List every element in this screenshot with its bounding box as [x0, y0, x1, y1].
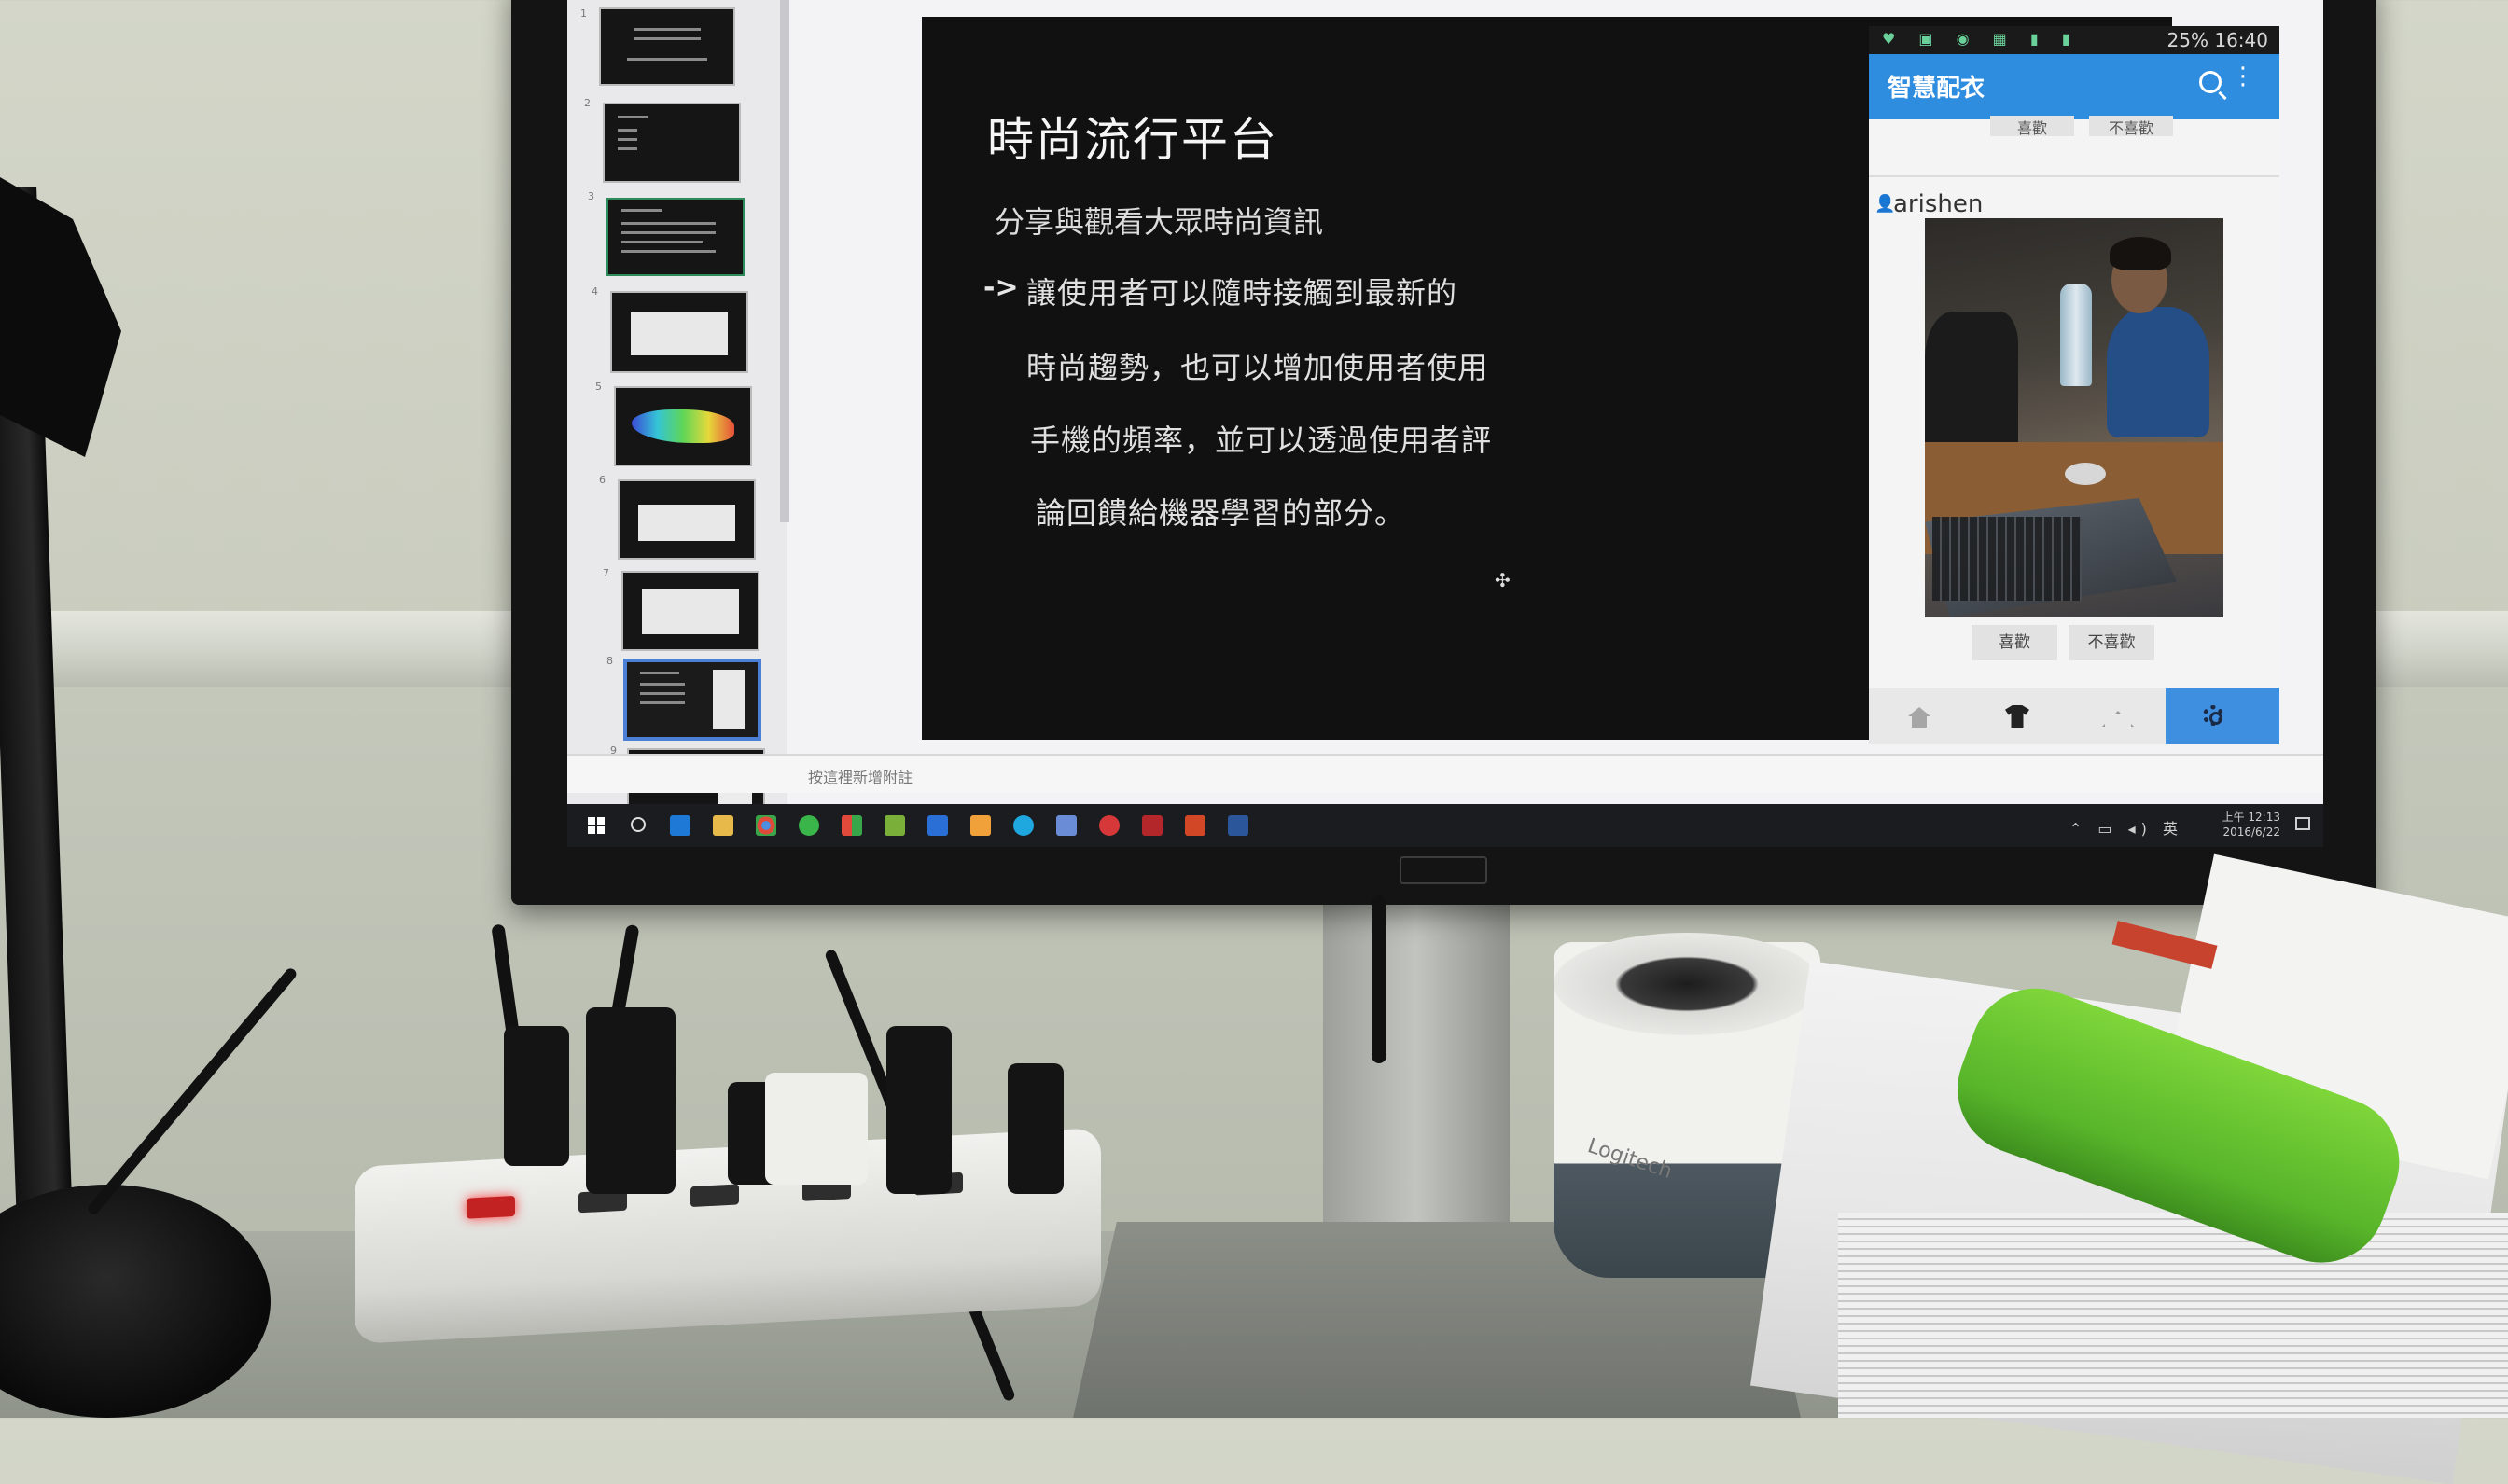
- dislike-button[interactable]: 不喜歡: [2069, 625, 2154, 660]
- status-battery-time: 25% 16:40: [2167, 29, 2268, 51]
- home-tab-icon[interactable]: [1869, 688, 1966, 744]
- desk-lamp-head: [0, 177, 121, 457]
- settings-tab-gear-icon[interactable]: [2166, 688, 2279, 744]
- clock-date: 2016/6/22: [2222, 825, 2280, 839]
- slide-thumbnail-5[interactable]: [614, 386, 752, 466]
- bullet-arrow: ->: [983, 271, 1019, 304]
- chrome-icon[interactable]: [756, 815, 776, 836]
- app-title: 智慧配衣: [1888, 75, 1986, 103]
- slide-subtitle: 分享與觀看大眾時尚資訊: [995, 204, 1324, 240]
- slide-thumbnail-4[interactable]: [610, 291, 748, 373]
- post-action-row: 喜歡 不喜歡: [1972, 625, 2214, 662]
- slide-thumbnail-panel: 1 2 3 4 5 6 7 8 9: [567, 0, 789, 816]
- opera-icon[interactable]: [1099, 815, 1120, 836]
- slide-thumbnail-1[interactable]: [599, 7, 735, 86]
- phone-screenshot: ♥ ▣ ◉ ▦ ▮ ▮ 25% 16:40 智慧配衣 ⋮ 喜歡 不喜歡 👤 ar…: [1869, 26, 2279, 744]
- thumbnail-scrollbar[interactable]: [780, 0, 789, 522]
- bottom-tab-bar: [1869, 688, 2279, 744]
- slide-body-line-2: 時尚趨勢，也可以增加使用者使用: [1026, 350, 1489, 385]
- cable: [1372, 895, 1386, 1063]
- thumb-number: 8: [606, 655, 613, 667]
- notes-pane[interactable]: 按這裡新增附註: [567, 754, 2323, 793]
- people-icon[interactable]: [1056, 815, 1077, 836]
- peek-like-button[interactable]: 喜歡: [1990, 116, 2074, 136]
- card-divider: [1869, 175, 2279, 177]
- slide-thumbnail-3[interactable]: [606, 198, 745, 276]
- powerpoint-icon[interactable]: [1185, 815, 1205, 836]
- visual-studio-icon[interactable]: [927, 815, 948, 836]
- screen: 1 2 3 4 5 6 7 8 9 時尚流行平台 分享與觀看大眾時尚資訊 -> …: [567, 0, 2323, 816]
- clock-time: 上午 12:13: [2222, 811, 2280, 824]
- thumb-number: 2: [584, 97, 591, 109]
- clock[interactable]: 上午 12:13 2016/6/22: [2222, 810, 2280, 839]
- like-button[interactable]: 喜歡: [1972, 625, 2057, 660]
- app-icon[interactable]: [970, 815, 991, 836]
- search-icon[interactable]: [631, 817, 646, 832]
- peek-dislike-button[interactable]: 不喜歡: [2089, 116, 2173, 136]
- monitor-logo: [1400, 856, 1487, 884]
- slide-title: 時尚流行平台: [987, 113, 1278, 167]
- line-icon[interactable]: [799, 815, 819, 836]
- plug: [504, 1026, 569, 1166]
- edge-icon[interactable]: [670, 815, 690, 836]
- store-icon[interactable]: [842, 815, 862, 836]
- plug: [1008, 1063, 1064, 1194]
- acrobat-icon[interactable]: [1142, 815, 1163, 836]
- thumb-number: 6: [599, 474, 606, 486]
- notes-placeholder: 按這裡新增附註: [808, 769, 913, 786]
- slide-body-line-4: 論回饋給機器學習的部分。: [1036, 495, 1406, 531]
- hanger-tab-icon[interactable]: [2067, 688, 2164, 744]
- plug: [886, 1026, 952, 1194]
- slide-thumbnail-2[interactable]: [603, 103, 741, 183]
- overflow-menu-icon[interactable]: ⋮: [2231, 64, 2255, 89]
- app-bar: 智慧配衣 ⋮: [1869, 54, 2279, 119]
- windows-taskbar: ⌃ ▭ ◂) 英 上午 12:13 2016/6/22: [567, 804, 2323, 847]
- system-tray-icons[interactable]: ⌃ ▭ ◂) 英: [2069, 816, 2183, 839]
- slide-thumbnail-8-selected[interactable]: [623, 659, 761, 741]
- post-photo[interactable]: [1925, 218, 2223, 617]
- monitor-stand-neck: [1323, 900, 1510, 1236]
- mouse-cursor-icon: ✣: [1495, 569, 1511, 591]
- thumb-number: 1: [580, 7, 587, 20]
- previous-card-buttons: 喜歡 不喜歡: [1981, 116, 2186, 136]
- thumb-number: 7: [603, 567, 609, 579]
- slide-body-line-3: 手機的頻率，並可以透過使用者評: [1030, 423, 1493, 458]
- slide-thumbnail-6[interactable]: [618, 479, 756, 560]
- plug: [586, 1007, 676, 1194]
- slide-thumbnail-7[interactable]: [621, 571, 759, 651]
- notepad-icon[interactable]: [885, 815, 905, 836]
- file-explorer-icon[interactable]: [713, 815, 733, 836]
- paper-stack-edges: [1838, 1213, 2508, 1418]
- post-username: arishen: [1893, 190, 1984, 218]
- shirt-tab-icon[interactable]: [1968, 688, 2065, 744]
- skype-icon[interactable]: [1013, 815, 1034, 836]
- speaker-grille: [1554, 933, 1820, 1035]
- status-icons: ♥ ▣ ◉ ▦ ▮ ▮: [1882, 30, 2080, 48]
- thumb-number: 4: [592, 285, 598, 298]
- word-icon[interactable]: [1228, 815, 1248, 836]
- user-icon: 👤: [1874, 194, 1896, 214]
- notification-center-icon[interactable]: [2295, 817, 2310, 830]
- thumb-number: 5: [595, 381, 602, 393]
- white-adapter: [765, 1073, 868, 1185]
- phone-status-bar: ♥ ▣ ◉ ▦ ▮ ▮ 25% 16:40: [1869, 26, 2279, 54]
- slide-body-line-1: 讓使用者可以隨時接觸到最新的: [1026, 275, 1458, 311]
- search-icon[interactable]: [2199, 71, 2222, 93]
- power-switch[interactable]: [690, 1184, 739, 1208]
- thumb-number: 3: [588, 190, 594, 202]
- windows-start-icon[interactable]: [588, 817, 605, 834]
- power-switch-on[interactable]: [467, 1195, 515, 1219]
- slide-canvas[interactable]: 時尚流行平台 分享與觀看大眾時尚資訊 -> 讓使用者可以隨時接觸到最新的 時尚趨…: [922, 17, 2279, 744]
